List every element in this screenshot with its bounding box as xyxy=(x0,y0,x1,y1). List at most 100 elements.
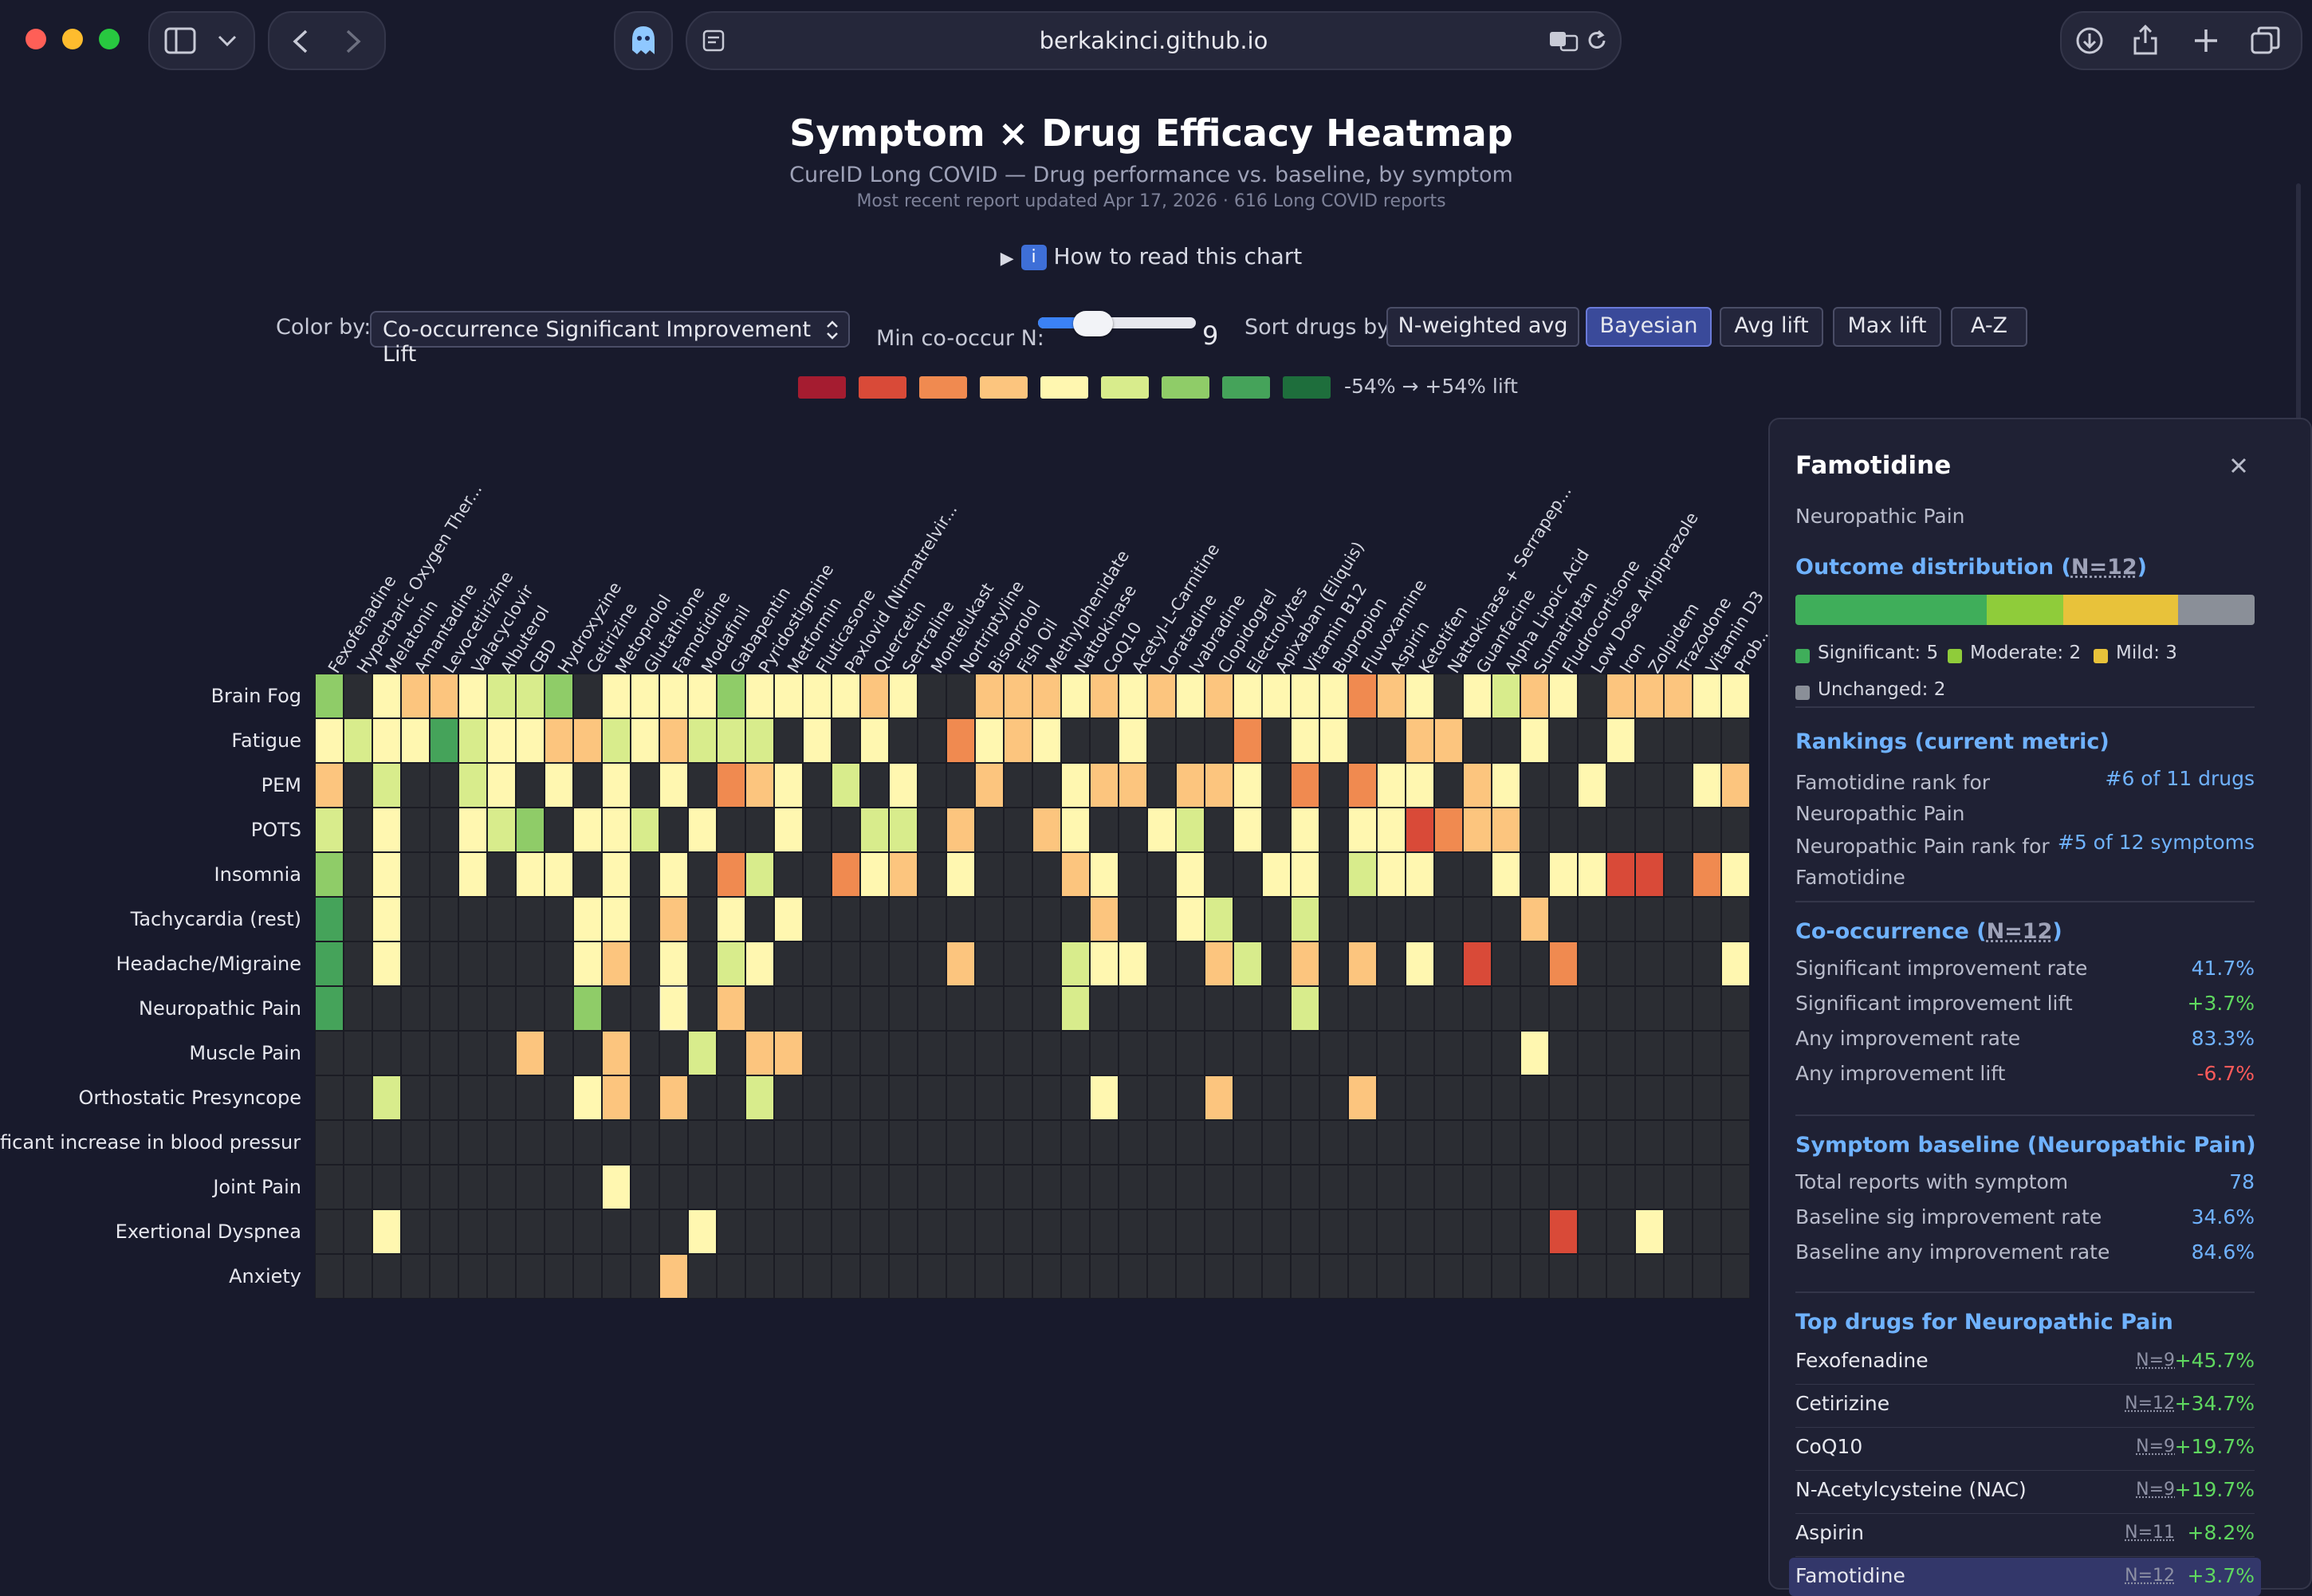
heatmap-cell[interactable] xyxy=(401,718,430,763)
heatmap-cell[interactable] xyxy=(803,718,832,763)
sort-avg-lift-button[interactable]: Avg lift xyxy=(1720,307,1823,347)
heatmap-cell[interactable] xyxy=(1319,674,1348,718)
heatmap-cell[interactable] xyxy=(1406,808,1434,852)
heatmap-cell[interactable] xyxy=(1004,718,1032,763)
heatmap-cell[interactable] xyxy=(688,674,717,718)
heatmap-cell[interactable] xyxy=(1377,674,1406,718)
heatmap-cell[interactable] xyxy=(1520,1031,1549,1075)
heatmap-cell[interactable] xyxy=(1520,674,1549,718)
how-to-read-toggle[interactable]: ▶ i How to read this chart xyxy=(0,243,2302,270)
heatmap-cell[interactable] xyxy=(1291,897,1319,941)
heatmap-cell[interactable] xyxy=(946,852,975,897)
heatmap-cell[interactable] xyxy=(1406,763,1434,808)
heatmap-cell[interactable] xyxy=(1061,852,1090,897)
heatmap-cell[interactable] xyxy=(717,897,745,941)
heatmap-cell[interactable] xyxy=(487,718,516,763)
heatmap-cell[interactable] xyxy=(372,674,401,718)
heatmap-cell[interactable] xyxy=(1549,852,1578,897)
heatmap-cell[interactable] xyxy=(745,674,774,718)
heatmap-cell[interactable] xyxy=(1492,852,1520,897)
tabs-overview-icon[interactable] xyxy=(2250,26,2282,56)
heatmap-cell[interactable] xyxy=(1377,763,1406,808)
symptom-row-label[interactable]: Neuropathic Pain xyxy=(0,997,301,1020)
heatmap-cell[interactable] xyxy=(573,941,602,986)
heatmap-cell[interactable] xyxy=(573,897,602,941)
heatmap-cell[interactable] xyxy=(487,674,516,718)
heatmap-cell[interactable] xyxy=(1578,852,1606,897)
heatmap-cell[interactable] xyxy=(545,718,573,763)
heatmap-cell[interactable] xyxy=(545,674,573,718)
close-icon[interactable] xyxy=(2229,456,2248,475)
heatmap-cell[interactable] xyxy=(1205,674,1233,718)
heatmap-cell[interactable] xyxy=(1463,674,1492,718)
heatmap-cell[interactable] xyxy=(458,808,487,852)
heatmap-cell[interactable] xyxy=(1090,852,1119,897)
heatmap-cell[interactable] xyxy=(401,674,430,718)
heatmap-cell[interactable] xyxy=(1606,674,1635,718)
min-co-occur-slider-thumb[interactable] xyxy=(1073,311,1114,336)
heatmap-cell[interactable] xyxy=(602,808,631,852)
heatmap-cell[interactable] xyxy=(1492,674,1520,718)
heatmap-cell[interactable] xyxy=(1233,808,1262,852)
heatmap-cell[interactable] xyxy=(1032,808,1061,852)
symptom-row-label[interactable]: PEM xyxy=(0,774,301,796)
heatmap-cell[interactable] xyxy=(1721,941,1750,986)
sort-n-weighted-button[interactable]: N-weighted avg xyxy=(1386,307,1579,347)
heatmap-cell[interactable] xyxy=(315,718,344,763)
heatmap-cell[interactable] xyxy=(1032,718,1061,763)
heatmap-cell[interactable] xyxy=(1233,718,1262,763)
heatmap-cell[interactable] xyxy=(1090,897,1119,941)
heatmap-cell[interactable] xyxy=(1119,718,1147,763)
symptom-row-label[interactable]: Orthostatic Presyncope xyxy=(0,1087,301,1109)
top-drug-name[interactable]: Cetirizine xyxy=(1795,1392,1889,1415)
heatmap-cell[interactable] xyxy=(774,674,803,718)
heatmap-cell[interactable] xyxy=(1061,986,1090,1031)
heatmap-cell[interactable] xyxy=(1348,1075,1377,1120)
color-by-select[interactable]: Co-occurrence Significant Improvement Li… xyxy=(370,311,850,367)
heatmap-cell[interactable] xyxy=(372,718,401,763)
heatmap-cell[interactable] xyxy=(315,808,344,852)
heatmap-cell[interactable] xyxy=(1721,763,1750,808)
heatmap-cell[interactable] xyxy=(659,1254,688,1299)
heatmap-cell[interactable] xyxy=(745,941,774,986)
heatmap-cell[interactable] xyxy=(458,718,487,763)
heatmap-cell[interactable] xyxy=(1176,763,1205,808)
heatmap-cell[interactable] xyxy=(975,674,1004,718)
heatmap-cell[interactable] xyxy=(573,808,602,852)
heatmap-cell[interactable] xyxy=(1090,763,1119,808)
heatmap-cell[interactable] xyxy=(659,941,688,986)
chevron-down-icon[interactable] xyxy=(217,32,238,49)
heatmap-cell[interactable] xyxy=(1233,763,1262,808)
heatmap-cell[interactable] xyxy=(745,763,774,808)
heatmap-cell[interactable] xyxy=(1664,674,1693,718)
heatmap-cell[interactable] xyxy=(458,852,487,897)
heatmap-cell[interactable] xyxy=(1635,1209,1664,1254)
heatmap-cell[interactable] xyxy=(1205,763,1233,808)
forward-icon[interactable] xyxy=(343,29,364,54)
symptom-row-label[interactable]: Exertional Dyspnea xyxy=(0,1221,301,1243)
heatmap-cell[interactable] xyxy=(1147,808,1176,852)
heatmap-cell[interactable] xyxy=(430,718,458,763)
heatmap-cell[interactable] xyxy=(1549,1209,1578,1254)
top-drug-name[interactable]: CoQ10 xyxy=(1795,1435,1862,1458)
heatmap-cell[interactable] xyxy=(774,808,803,852)
heatmap-cell[interactable] xyxy=(659,763,688,808)
heatmap-cell[interactable] xyxy=(1635,852,1664,897)
heatmap-cell[interactable] xyxy=(745,1031,774,1075)
heatmap-cell[interactable] xyxy=(745,1075,774,1120)
heatmap-cell[interactable] xyxy=(659,674,688,718)
heatmap-cell[interactable] xyxy=(516,718,545,763)
heatmap-cell[interactable] xyxy=(372,852,401,897)
address-bar[interactable]: berkakinci.github.io xyxy=(686,11,1622,70)
heatmap-cell[interactable] xyxy=(1090,674,1119,718)
heatmap-cell[interactable] xyxy=(1004,674,1032,718)
heatmap-cell[interactable] xyxy=(372,1075,401,1120)
heatmap-cell[interactable] xyxy=(717,941,745,986)
heatmap-cell[interactable] xyxy=(1549,674,1578,718)
heatmap-cell[interactable] xyxy=(774,763,803,808)
top-drug-name[interactable]: Aspirin xyxy=(1795,1521,1864,1544)
sort-bayesian-button[interactable]: Bayesian xyxy=(1586,307,1712,347)
heatmap-cell[interactable] xyxy=(631,674,659,718)
heatmap-cell[interactable] xyxy=(1406,941,1434,986)
symptom-row-label[interactable]: Fatigue xyxy=(0,729,301,752)
